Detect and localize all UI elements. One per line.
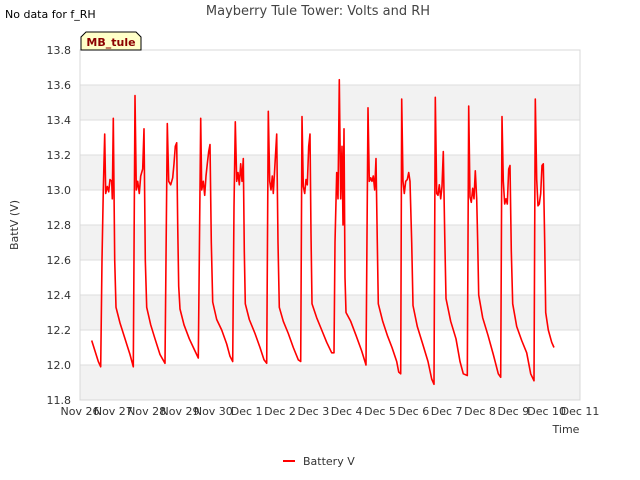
y-tick-label: 13.6 xyxy=(47,79,72,92)
chart-title: Mayberry Tule Tower: Volts and RH xyxy=(206,4,430,19)
plot-background-bands xyxy=(80,85,580,400)
legend: Battery V xyxy=(283,455,355,468)
y-tick-label: 12.8 xyxy=(47,219,72,232)
x-tick-label: Dec 8 xyxy=(464,405,496,418)
y-tick-label: 12.0 xyxy=(47,359,72,372)
x-tick-label: Dec 11 xyxy=(561,405,600,418)
y-axis-label: BattV (V) xyxy=(8,200,21,250)
plot-band xyxy=(80,365,580,400)
x-tick-label: Dec 7 xyxy=(431,405,463,418)
x-tick-label: Dec 6 xyxy=(397,405,429,418)
x-tick-label: Dec 3 xyxy=(297,405,329,418)
legend-label-battery-v: Battery V xyxy=(303,455,355,468)
y-tick-label: 13.4 xyxy=(47,114,72,127)
x-axis-label: Time xyxy=(552,423,580,436)
x-tick-label: Dec 5 xyxy=(364,405,396,418)
y-tick-label: 12.4 xyxy=(47,289,72,302)
x-tick-label: Dec 9 xyxy=(497,405,529,418)
y-tick-label: 13.0 xyxy=(47,184,72,197)
y-tick-label: 13.2 xyxy=(47,149,72,162)
y-tick-label: 12.6 xyxy=(47,254,72,267)
no-data-note: No data for f_RH xyxy=(5,8,96,21)
x-tick-labels: Nov 26Nov 27Nov 28Nov 29Nov 30Dec 1 Dec 2… xyxy=(61,405,600,418)
y-tick-labels: 11.812.012.212.412.612.813.013.213.413.6… xyxy=(47,44,72,407)
plot-band xyxy=(80,155,580,190)
x-tick-label: Dec 4 xyxy=(331,405,363,418)
x-tick-label: Dec 1 xyxy=(231,405,263,418)
station-badge: MB_tule xyxy=(80,31,142,51)
x-tick-label: Dec 2 xyxy=(264,405,296,418)
y-tick-label: 13.8 xyxy=(47,44,72,57)
plot-band xyxy=(80,295,580,330)
y-tick-label: 12.2 xyxy=(47,324,72,337)
plot-band xyxy=(80,225,580,260)
station-badge-label: MB_tule xyxy=(86,36,135,49)
chart-canvas: 11.812.012.212.412.612.813.013.213.413.6… xyxy=(5,4,600,468)
plot-band xyxy=(80,85,580,120)
x-tick-label: Nov 30 xyxy=(194,405,233,418)
